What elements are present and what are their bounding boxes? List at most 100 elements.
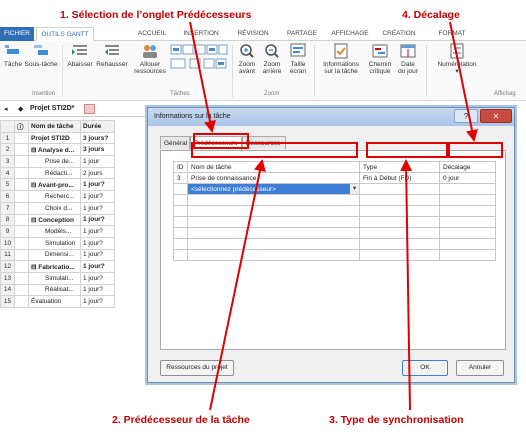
table-row[interactable]: 13 Simulati... 1 jour? <box>0 271 115 285</box>
new-predecessor-cell[interactable]: <sélectionnez prédécesseur> ▾ <box>187 183 360 195</box>
row-number[interactable]: 13 <box>0 271 15 285</box>
task-name-cell[interactable]: Rédacti... <box>28 166 81 180</box>
task-name-cell[interactable]: Choix d... <box>28 201 81 215</box>
zoom-out-button[interactable]: Zoom arrière <box>260 43 284 75</box>
duration-cell[interactable]: 1 jour? <box>80 190 115 203</box>
row-number[interactable]: 9 <box>0 225 15 238</box>
subtask-button[interactable]: Sous-tâche <box>24 43 58 68</box>
row-number[interactable]: 12 <box>0 260 15 273</box>
row-number[interactable]: 2 <box>0 143 15 157</box>
task-button[interactable]: Tâche <box>2 43 24 68</box>
new-id-cell[interactable] <box>173 183 188 195</box>
tab-outils-gantt[interactable]: OUTILS GANTT <box>36 27 94 41</box>
row-number[interactable]: 8 <box>0 213 15 227</box>
task-name-cell[interactable]: Prise de... <box>28 155 81 168</box>
tab-creation[interactable]: CRÉATION <box>378 27 420 41</box>
duration-cell[interactable]: 1 jour? <box>80 178 115 192</box>
duration-cell[interactable]: 1 jour? <box>80 283 115 297</box>
table-row[interactable]: 14 Réalisat... 1 jour? <box>0 283 115 297</box>
tab-affichage[interactable]: AFFICHAGE <box>327 27 373 41</box>
duration-cell[interactable]: 1 jour? <box>80 271 115 285</box>
row-number[interactable]: 15 <box>0 295 15 308</box>
row-number[interactable]: 3 <box>0 155 15 168</box>
task-name-cell[interactable]: Projet STI2D <box>28 131 81 145</box>
dropdown-arrow-icon[interactable]: ▾ <box>350 184 359 194</box>
duration-cell[interactable]: 1 jour? <box>80 260 115 273</box>
table-row[interactable]: 2 ⊟ Analyse d... 3 jours <box>0 143 115 157</box>
duration-cell[interactable]: 1 jour <box>80 155 115 168</box>
row-number[interactable]: 11 <box>0 248 15 262</box>
task-name-cell[interactable]: Dimensi... <box>28 248 81 262</box>
task-info-button[interactable]: Informations sur la tâche <box>318 43 364 75</box>
pred-id-cell[interactable]: 3 <box>173 172 188 184</box>
project-tab[interactable]: Projet STI2D* <box>30 105 74 112</box>
column-header-duration[interactable]: Durée <box>80 120 115 133</box>
pred-name-cell[interactable]: Prise de connaissance <box>187 172 360 184</box>
duration-cell[interactable]: 1 jour? <box>80 225 115 238</box>
duration-cell[interactable]: 1 jour? <box>80 295 115 308</box>
critical-path-button[interactable]: Chemin critique <box>366 43 394 75</box>
task-name-cell[interactable]: Réalisat... <box>28 283 81 297</box>
fit-screen-button[interactable]: Taille écran <box>286 43 310 75</box>
row-number[interactable]: 7 <box>0 201 15 215</box>
indent-button[interactable]: Rehausser <box>95 43 129 68</box>
tab-revision[interactable]: RÉVISION <box>232 27 274 41</box>
duration-cell[interactable]: 1 jour? <box>80 201 115 215</box>
row-number[interactable]: 4 <box>0 166 15 180</box>
duration-cell[interactable]: 1 jour? <box>80 213 115 227</box>
table-row[interactable]: 7 Choix d... 1 jour? <box>0 201 115 215</box>
table-row[interactable]: 11 Dimensi... 1 jour? <box>0 248 115 262</box>
cancel-button[interactable]: Annuler <box>456 360 504 376</box>
task-name-cell[interactable]: ⊟ Analyse d... <box>28 143 81 157</box>
new-type-cell[interactable] <box>359 183 440 195</box>
tab-general[interactable]: Général <box>160 136 190 149</box>
duration-cell[interactable]: 3 jours? <box>80 131 115 145</box>
tab-insertion[interactable]: INSERTION <box>178 27 224 41</box>
row-number[interactable]: 14 <box>0 283 15 297</box>
duration-cell[interactable]: 1 jour? <box>80 236 115 250</box>
tab-format[interactable]: FORMAT <box>432 27 472 41</box>
task-name-cell[interactable]: ⊟ Fabricatio... <box>28 260 81 273</box>
row-number[interactable]: 10 <box>0 236 15 250</box>
row-number[interactable]: 1 <box>0 131 15 145</box>
table-row[interactable]: 10 Simulation 1 jour? <box>0 236 115 250</box>
column-header-name[interactable]: Nom de tâche <box>28 120 81 133</box>
zoom-in-button[interactable]: Zoom avant <box>236 43 258 75</box>
task-name-cell[interactable]: ⊟ Avant-pro... <box>28 178 81 192</box>
table-row[interactable]: 1 Projet STI2D 3 jours? <box>0 131 115 145</box>
pred-lag-cell[interactable]: 0 jour <box>439 172 496 184</box>
numbering-button[interactable]: 1 Numérotation ▾ <box>432 43 482 75</box>
table-row[interactable]: 3 Prise de... 1 jour <box>0 155 115 168</box>
pred-type-cell[interactable]: Fin à Début (FD) <box>359 172 440 184</box>
tab-fichier[interactable]: FICHIER <box>0 27 34 41</box>
project-tab-close-icon[interactable] <box>84 104 95 114</box>
row-number[interactable]: 6 <box>0 190 15 203</box>
task-name-cell[interactable]: Recherc... <box>28 190 81 203</box>
table-row[interactable]: 6 Recherc... 1 jour? <box>0 190 115 203</box>
table-row[interactable]: 15 Évaluation 1 jour? <box>0 295 115 308</box>
task-name-cell[interactable]: Simulation <box>28 236 81 250</box>
duration-cell[interactable]: 3 jours <box>80 143 115 157</box>
new-lag-cell[interactable] <box>439 183 496 195</box>
row-number[interactable]: 5 <box>0 178 15 192</box>
assign-resources-button[interactable]: Allouer ressources <box>134 43 166 75</box>
schedule-buttons[interactable] <box>170 43 228 75</box>
task-name-cell[interactable]: ⊟ Conception <box>28 213 81 227</box>
close-button[interactable]: ✕ <box>480 109 512 123</box>
tab-accueil[interactable]: ACCUEIL <box>132 27 172 41</box>
duration-cell[interactable]: 2 jours <box>80 166 115 180</box>
table-row[interactable]: 4 Rédacti... 2 jours <box>0 166 115 180</box>
scroll-left-icon[interactable]: ◂ <box>4 105 8 113</box>
tab-partage[interactable]: PARTAGE <box>282 27 322 41</box>
table-row[interactable]: 8 ⊟ Conception 1 jour? <box>0 213 115 227</box>
ok-button[interactable]: OK <box>402 360 448 376</box>
help-button[interactable]: ? <box>454 109 478 123</box>
task-name-cell[interactable]: Modèls... <box>28 225 81 238</box>
task-name-cell[interactable]: Évaluation <box>28 295 81 308</box>
task-name-cell[interactable]: Simulati... <box>28 271 81 285</box>
project-resources-button[interactable]: Ressources du projet <box>160 360 234 376</box>
table-row[interactable]: 5 ⊟ Avant-pro... 1 jour? <box>0 178 115 192</box>
table-row[interactable]: 9 Modèls... 1 jour? <box>0 225 115 238</box>
outdent-button[interactable]: Abaisser <box>66 43 94 68</box>
table-row[interactable]: 12 ⊟ Fabricatio... 1 jour? <box>0 260 115 273</box>
